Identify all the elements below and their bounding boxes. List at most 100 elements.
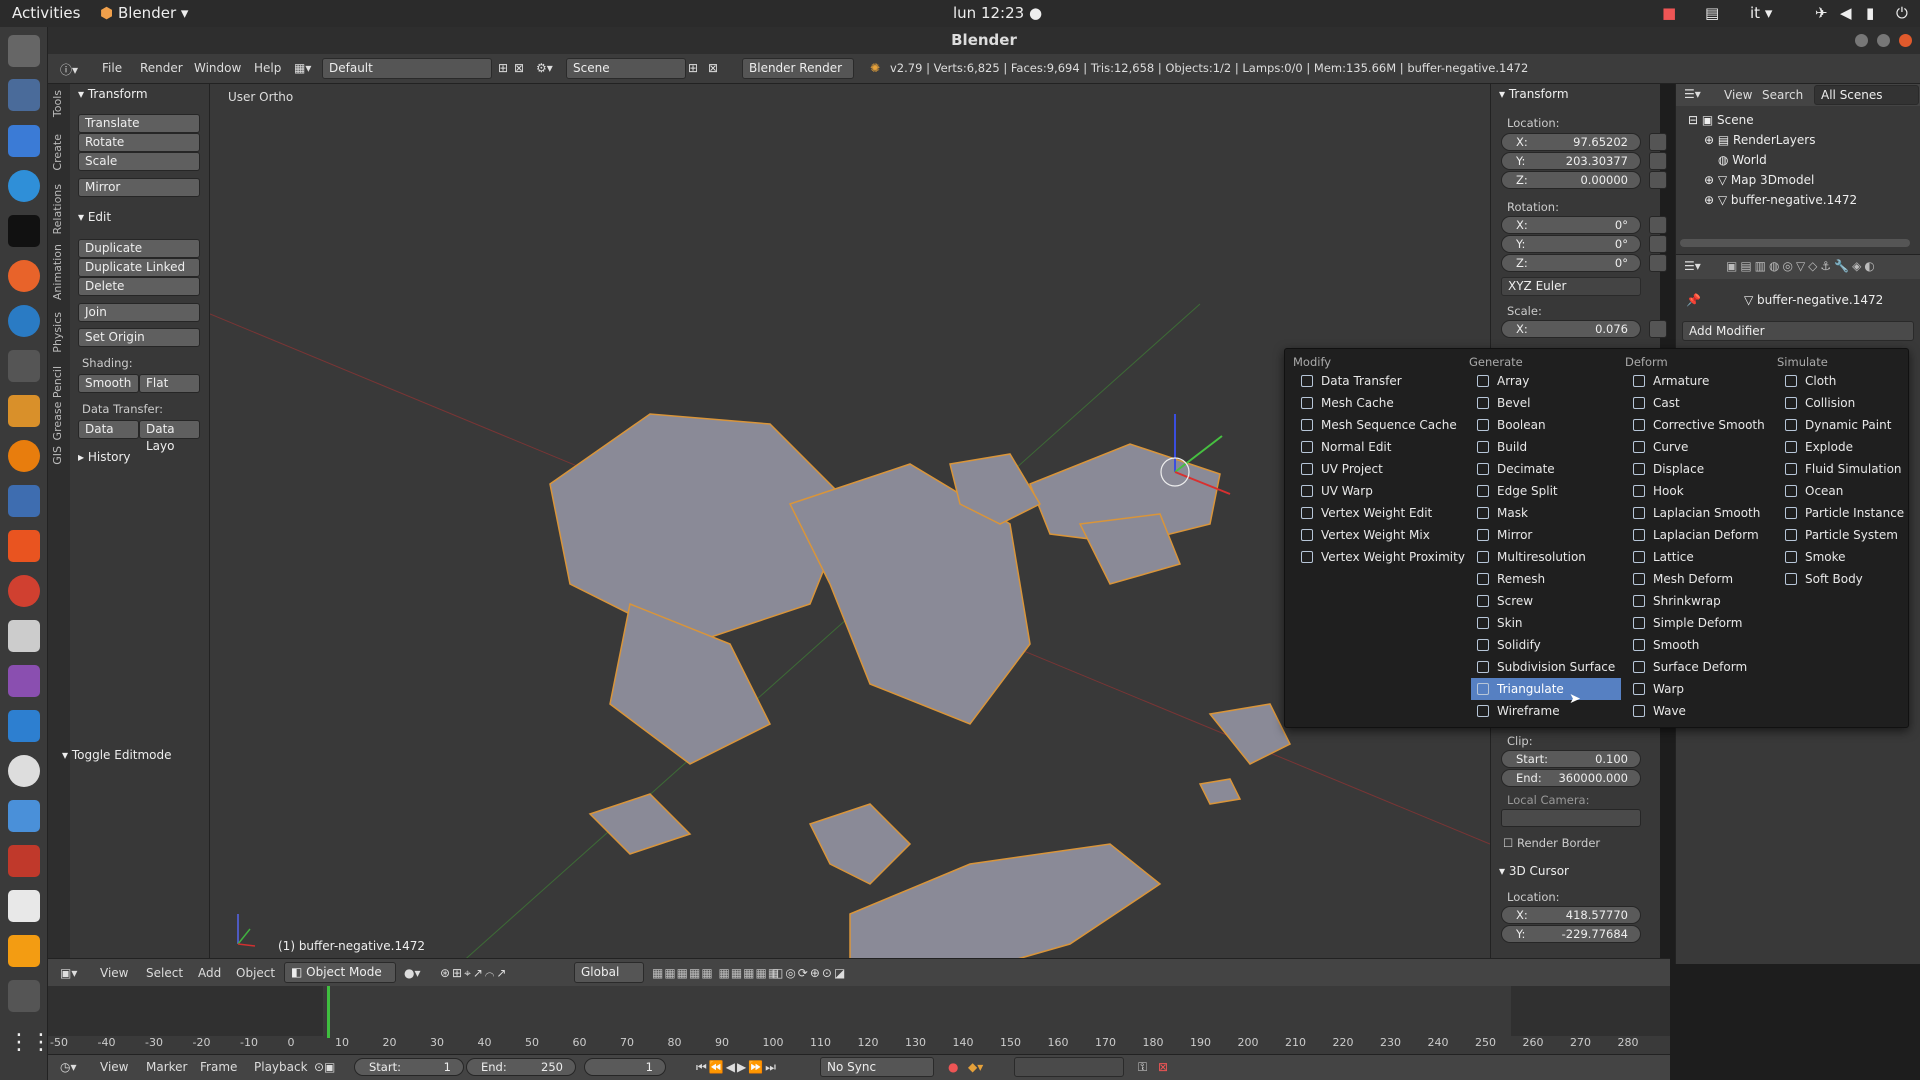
timeline-marker-menu[interactable]: Marker <box>146 1060 187 1074</box>
render-engine-selector[interactable]: Blender Render <box>742 58 854 79</box>
clock[interactable]: lun 12:23 ● <box>953 4 1042 22</box>
menu-item-deform[interactable]: Wave <box>1627 700 1773 722</box>
layer-buttons[interactable]: ▦▦▦▦▦ ▦▦▦▦▦ <box>652 966 780 980</box>
toggle-editmode-header[interactable]: ▾ Toggle Editmode <box>62 748 172 762</box>
outliner-item-buffer-negative[interactable]: ⊕ ▽ buffer-negative.1472 <box>1704 193 1857 207</box>
layout-selector[interactable]: Default <box>322 58 492 79</box>
render-tool-icons[interactable]: ◫◎⟳⊕⊙◪ <box>772 966 847 980</box>
airplane-icon[interactable]: ✈ <box>1815 4 1828 22</box>
menu-item-modify[interactable]: UV Project <box>1295 458 1461 480</box>
menu-item-deform[interactable]: Smooth <box>1627 634 1773 656</box>
chromium-icon[interactable] <box>8 170 40 202</box>
menu-item-modify[interactable]: Mesh Cache <box>1295 392 1461 414</box>
local-camera-field[interactable] <box>1501 809 1641 827</box>
menu-item-modify[interactable]: Data Transfer <box>1295 370 1461 392</box>
add-layout-icon[interactable]: ⊞ <box>498 61 508 75</box>
menu-item-deform[interactable]: Shrinkwrap <box>1627 590 1773 612</box>
tab-animation[interactable]: Animation <box>51 244 64 300</box>
menu-item-modify[interactable]: Vertex Weight Proximity <box>1295 546 1465 568</box>
menu-item-deform[interactable]: Mesh Deform <box>1627 568 1773 590</box>
scale-x-field[interactable]: X: 0.076 <box>1501 320 1641 338</box>
menu-item-generate[interactable]: Subdivision Surface <box>1471 656 1621 678</box>
rotation-y-field[interactable]: Y: 0° <box>1501 235 1641 253</box>
outliner-item-renderlayers[interactable]: ⊕ ▤ RenderLayers <box>1704 133 1815 147</box>
3d-cursor-header[interactable]: ▾ 3D Cursor <box>1499 864 1569 878</box>
outliner-item-map-3dmodel[interactable]: ⊕ ▽ Map 3Dmodel <box>1704 173 1814 187</box>
tab-relations[interactable]: Relations <box>51 184 64 235</box>
menu-item-simulate[interactable]: Particle Instance <box>1779 502 1904 524</box>
clip-end-field[interactable]: End: 360000.000 <box>1501 769 1641 787</box>
terminal-icon[interactable] <box>8 215 40 247</box>
transform-header[interactable]: ▾ Transform <box>1499 87 1569 101</box>
network-icon[interactable] <box>8 79 40 111</box>
clip-start-field[interactable]: Start: 0.100 <box>1501 750 1641 768</box>
timeline-view-menu[interactable]: View <box>100 1060 128 1074</box>
scene-icon[interactable]: ⚙▾ <box>536 61 553 75</box>
scene-selector[interactable]: Scene <box>566 58 686 79</box>
pivot-snap-icons[interactable]: ⊛⊞⌖↗⌒↗ <box>440 966 508 981</box>
menu-item-deform[interactable]: Warp <box>1627 678 1773 700</box>
menu-item-deform[interactable]: Corrective Smooth <box>1627 414 1773 436</box>
menu-item-modify[interactable]: Mesh Sequence Cache <box>1295 414 1461 436</box>
menu-item-generate[interactable]: Build <box>1471 436 1621 458</box>
menu-window[interactable]: Window <box>194 61 241 75</box>
viewport-editor-icon[interactable]: ▣▾ <box>60 966 77 980</box>
camera-icon[interactable] <box>8 620 40 652</box>
delete-keyframe-icon[interactable]: ⊠ <box>1158 1060 1168 1074</box>
hex-mesh[interactable] <box>549 413 1292 964</box>
record-icon[interactable]: ■ <box>1662 4 1676 22</box>
gimp-icon[interactable] <box>8 350 40 382</box>
eye-icon[interactable] <box>8 755 40 787</box>
timeline-editor-icon[interactable]: ◷▾ <box>60 1060 77 1074</box>
app-menu[interactable]: Blender ▾ <box>118 4 188 22</box>
menu-item-deform[interactable]: Lattice <box>1627 546 1773 568</box>
duplicate-linked-button[interactable]: Duplicate Linked <box>78 258 200 277</box>
rotate-button[interactable]: Rotate <box>78 133 200 152</box>
cursor-x-field[interactable]: X: 418.57770 <box>1501 906 1641 924</box>
power-icon[interactable]: ⏻ <box>1896 4 1908 22</box>
shading-icon[interactable]: ●▾ <box>404 966 421 980</box>
font-manager-icon[interactable] <box>8 845 40 877</box>
menu-item-generate[interactable]: Mirror <box>1471 524 1621 546</box>
volume-icon[interactable]: ◀ <box>1840 4 1852 22</box>
duplicate-button[interactable]: Duplicate <box>78 239 200 258</box>
menu-item-modify[interactable]: Vertex Weight Edit <box>1295 502 1461 524</box>
timeline-playback-menu[interactable]: Playback <box>254 1060 308 1074</box>
menu-item-generate[interactable]: Mask <box>1471 502 1621 524</box>
lock-icon[interactable] <box>1649 216 1667 234</box>
tab-grease-pencil[interactable]: Grease Pencil <box>51 366 64 440</box>
files-icon[interactable] <box>8 35 40 67</box>
menu-item-modify[interactable]: Vertex Weight Mix <box>1295 524 1461 546</box>
menu-item-generate[interactable]: Bevel <box>1471 392 1621 414</box>
preview-range-icons[interactable]: ⊙▣ <box>314 1060 335 1074</box>
database-icon[interactable] <box>8 485 40 517</box>
transform-panel-header[interactable]: ▾ Transform <box>78 87 148 101</box>
scale-button[interactable]: Scale <box>78 152 200 171</box>
properties-context-tabs[interactable]: ▣▤▥◍◎▽◇⚓🔧◈◐ <box>1726 259 1878 273</box>
menu-item-simulate[interactable]: Cloth <box>1779 370 1899 392</box>
menu-item-deform[interactable]: Hook <box>1627 480 1773 502</box>
menu-item-generate[interactable]: Wireframe <box>1471 700 1621 722</box>
join-button[interactable]: Join <box>78 303 200 322</box>
data-button[interactable]: Data <box>78 420 139 439</box>
pin-icon[interactable]: 📌 <box>1686 293 1701 307</box>
set-origin-button[interactable]: Set Origin <box>78 328 200 347</box>
media-icon[interactable] <box>8 665 40 697</box>
menu-item-deform[interactable]: Curve <box>1627 436 1773 458</box>
app-grid-icon[interactable]: ⋮⋮ <box>8 1027 52 1059</box>
translate-button[interactable]: Translate <box>78 114 200 133</box>
lock-icon[interactable] <box>1649 133 1667 151</box>
end-frame-field[interactable]: End: 250 <box>466 1058 576 1076</box>
lock-icon[interactable] <box>1649 152 1667 170</box>
keying-set-icon[interactable]: ◆▾ <box>968 1060 983 1074</box>
menu-item-simulate[interactable]: Collision <box>1779 392 1899 414</box>
menu-item-modify[interactable]: Normal Edit <box>1295 436 1461 458</box>
blender-icon[interactable] <box>8 440 40 472</box>
mode-selector[interactable]: ◧ Object Mode <box>284 962 396 983</box>
display-mode-select[interactable]: All Scenes <box>1814 85 1919 105</box>
settings-tools-icon[interactable] <box>8 575 40 607</box>
lock-icon[interactable] <box>1649 320 1667 338</box>
menu-item-simulate[interactable]: Ocean <box>1779 480 1899 502</box>
minimize-icon[interactable] <box>1855 34 1868 47</box>
menu-help[interactable]: Help <box>254 61 281 75</box>
